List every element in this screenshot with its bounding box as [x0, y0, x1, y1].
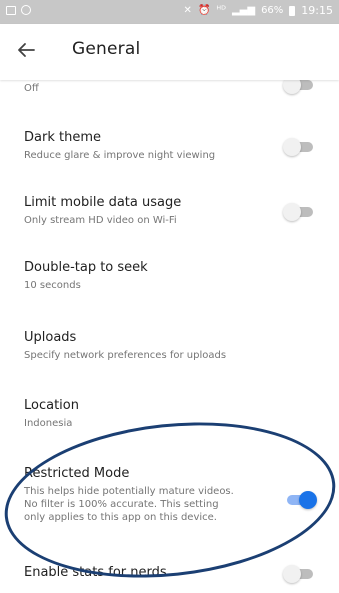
setting-subtitle: Off	[24, 83, 39, 94]
dark-theme-toggle[interactable]	[283, 136, 317, 156]
arrow-back-icon	[18, 43, 35, 57]
circle-icon	[21, 5, 31, 15]
clock: 19:15	[301, 4, 333, 17]
back-button[interactable]	[14, 38, 38, 62]
setting-title: Double-tap to seek	[24, 260, 148, 275]
limit-mobile-data-toggle[interactable]	[283, 201, 317, 221]
setting-location[interactable]: Location Indonesia	[0, 398, 339, 442]
status-bar: ✕ ⏰ ᴴᴰ ▂▄▆ 66% 19:15	[0, 0, 339, 24]
setting-subtitle: Indonesia	[24, 418, 73, 429]
toggle-thumb	[283, 203, 301, 221]
image-icon	[6, 5, 16, 15]
stats-for-nerds-toggle[interactable]	[283, 563, 317, 583]
setting-subtitle-line: No filter is 100% accurate. This setting	[24, 499, 219, 510]
page-title: General	[72, 39, 141, 59]
setting-row-partial[interactable]: Off	[0, 76, 339, 104]
status-left	[6, 5, 31, 15]
setting-limit-mobile-data[interactable]: Limit mobile data usage Only stream HD v…	[0, 195, 339, 239]
toggle-thumb	[283, 565, 301, 583]
status-right: ✕ ⏰ ᴴᴰ ▂▄▆ 66% 19:15	[184, 5, 333, 17]
setting-subtitle: Reduce glare & improve night viewing	[24, 150, 216, 161]
hd-icon: ᴴᴰ	[216, 5, 226, 16]
setting-title: Restricted Mode	[24, 466, 130, 481]
setting-stats-for-nerds[interactable]: Enable stats for nerds	[0, 565, 339, 589]
toggle-thumb	[283, 138, 301, 156]
setting-subtitle-line: This helps hide potentially mature video…	[24, 486, 234, 497]
mute-icon: ✕	[183, 5, 192, 16]
setting-subtitle: Only stream HD video on Wi-Fi	[24, 215, 177, 226]
setting-double-tap-seek[interactable]: Double-tap to seek 10 seconds	[0, 260, 339, 304]
battery-percent: 66%	[261, 5, 284, 16]
setting-restricted-mode[interactable]: Restricted Mode This helps hide potentia…	[0, 466, 339, 538]
setting-title: Limit mobile data usage	[24, 195, 182, 210]
signal-icon: ▂▄▆	[231, 5, 256, 16]
setting-subtitle-line: only applies to this app on this device.	[24, 512, 217, 523]
setting-dark-theme[interactable]: Dark theme Reduce glare & improve night …	[0, 130, 339, 174]
setting-title: Location	[24, 398, 79, 413]
setting-title: Enable stats for nerds	[24, 565, 167, 580]
setting-subtitle: 10 seconds	[24, 280, 81, 291]
restricted-mode-toggle[interactable]	[283, 489, 317, 509]
setting-title: Uploads	[24, 330, 77, 345]
app-bar: General	[0, 24, 339, 80]
alarm-icon: ⏰	[197, 5, 211, 16]
setting-subtitle: Specify network preferences for uploads	[24, 350, 227, 361]
battery-icon	[289, 6, 296, 16]
toggle-thumb	[299, 491, 317, 509]
setting-title: Dark theme	[24, 130, 101, 145]
setting-uploads[interactable]: Uploads Specify network preferences for …	[0, 330, 339, 374]
